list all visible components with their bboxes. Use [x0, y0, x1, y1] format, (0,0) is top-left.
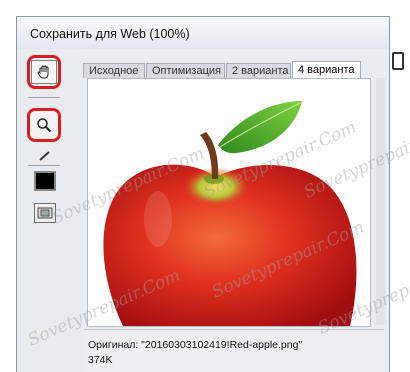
status-panel: Оригинал: "20160303102419!Red-apple.png"… [84, 329, 384, 372]
tool-separator [28, 165, 60, 166]
view-tabs: Исходное Оптимизация 2 варианта 4 вариан… [83, 61, 389, 79]
eyedropper-color-swatch[interactable] [34, 171, 56, 191]
hand-tool-button[interactable] [31, 60, 57, 84]
tool-separator [28, 97, 60, 98]
hand-tool-highlight [27, 55, 61, 89]
magnifier-icon [37, 118, 52, 133]
vertical-scrollbar[interactable] [376, 78, 385, 325]
original-filename: Оригинал: "20160303102419!Red-apple.png" [88, 339, 303, 351]
window-title: Сохранить для Web (100%) [30, 27, 190, 41]
zoom-tool-button[interactable] [27, 108, 61, 142]
eyedropper-icon [39, 151, 50, 161]
title-bar: Сохранить для Web (100%) [17, 17, 389, 49]
original-filesize: 374K [88, 354, 113, 366]
tab-original[interactable]: Исходное [83, 63, 145, 78]
tab-optimized[interactable]: Оптимизация [146, 63, 225, 78]
hand-icon [37, 65, 49, 79]
tab-2up[interactable]: 2 варианта [226, 63, 291, 78]
eyedropper-tool-button[interactable] [35, 149, 55, 163]
tab-4up[interactable]: 4 варианта [292, 61, 361, 79]
window-edge-fragment [392, 52, 404, 70]
apple-shine [144, 191, 172, 247]
